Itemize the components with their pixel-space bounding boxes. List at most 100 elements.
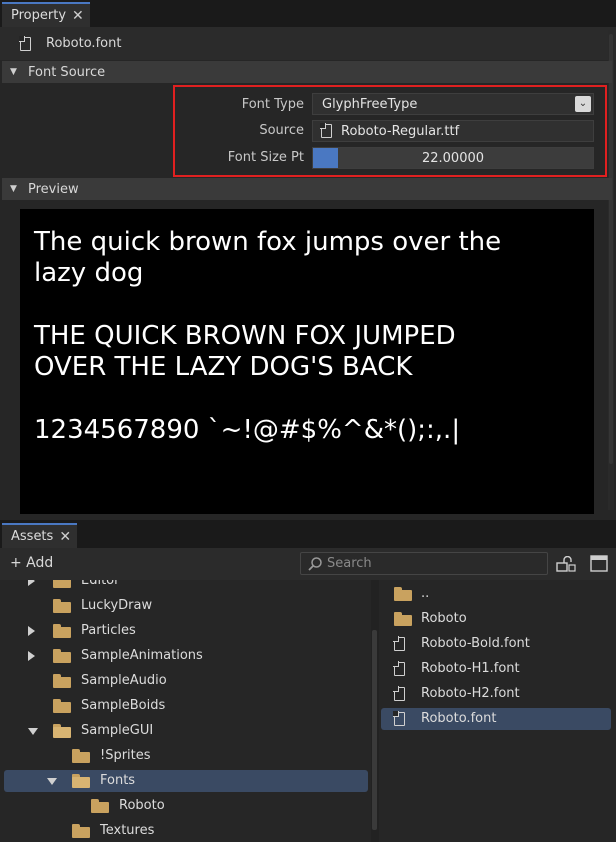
font-type-value: GlyphFreeType [322,96,418,112]
file-icon [19,36,31,51]
close-icon[interactable]: ✕ [72,9,84,23]
folder-icon [53,580,71,588]
font-size-label: Font Size Pt [227,150,304,165]
folder-icon [53,624,71,638]
tree-item-label: SampleBoids [81,698,166,713]
assets-tabbar: Assets ✕ [0,520,616,548]
asset-name: Roboto.font [46,36,122,51]
tree-item[interactable]: Roboto [4,795,368,817]
tree-item[interactable]: SampleBoids [4,695,368,717]
chevron-right-icon[interactable] [28,651,35,661]
tree-item-label: Textures [100,823,155,838]
file-icon [393,686,405,701]
preview-line-1: The quick brown fox jumps over the [34,227,502,257]
search-placeholder: Search [327,556,372,571]
font-size-slider-fill [313,148,339,168]
preview-header[interactable]: ▼ Preview [2,178,612,200]
chevron-right-icon[interactable] [28,626,35,636]
tree-item-label: Editor [81,580,120,588]
close-icon[interactable]: ✕ [59,530,71,544]
source-field[interactable]: Roboto-Regular.ttf [312,120,594,142]
add-button[interactable]: + Add [10,555,53,571]
source-label: Source [259,123,304,138]
file-icon [393,661,405,676]
tab-property-label: Property [11,8,67,23]
folder-icon [53,599,71,613]
tree-item[interactable]: SampleAnimations [4,645,368,667]
list-item[interactable]: Roboto.font [381,708,611,730]
list-item[interactable]: Roboto-Bold.font [381,633,611,655]
preview-line-5: 1234567890 `~!@#$%^&*();:,.| [34,415,461,445]
property-scrollbar[interactable] [608,30,614,510]
folder-tree: Editor LuckyDraw Particles SampleAnimations… [0,580,371,842]
file-list: .. Roboto Roboto-Bold.font Roboto-H1.font Ro… [379,580,616,842]
tab-assets[interactable]: Assets ✕ [2,523,78,548]
collapse-arrow-icon: ▼ [10,67,17,77]
chevron-right-icon[interactable] [28,580,35,586]
folder-icon [53,674,71,688]
list-item[interactable]: Roboto-H1.font [381,658,611,680]
font-size-slider[interactable]: 22.00000 [312,147,594,169]
folder-icon [53,699,71,713]
tree-item-label: !Sprites [100,748,151,763]
folder-icon [394,612,412,626]
tree-item-label: SampleAnimations [81,648,203,663]
tree-item-label: LuckyDraw [81,598,153,613]
tree-item[interactable]: Particles [4,620,368,642]
preview-area: The quick brown fox jumps over the lazy … [20,209,594,514]
tree-item-label: Fonts [100,773,136,788]
list-item-label: Roboto [421,611,467,626]
search-icon [308,556,322,571]
assets-toolbar: + Add Search [0,548,616,580]
chevron-down-icon[interactable]: ⌄ [575,96,591,112]
collapse-arrow-icon: ▼ [10,184,17,194]
source-value: Roboto-Regular.ttf [341,123,460,139]
preview-title: Preview [28,181,79,197]
tree-item-label: Roboto [119,798,165,813]
font-source-title: Font Source [28,64,106,80]
tab-property[interactable]: Property ✕ [2,2,90,27]
list-item[interactable]: Roboto-H2.font [381,683,611,705]
tree-item[interactable]: LuckyDraw [4,595,368,617]
list-item-label: Roboto-H1.font [421,661,520,676]
tree-item[interactable]: Fonts [4,770,368,792]
folder-icon [394,587,412,601]
list-item-label: .. [421,586,430,601]
unlock-icon[interactable] [556,556,576,572]
folder-icon [53,724,71,738]
tree-item[interactable]: SampleAudio [4,670,368,692]
search-input[interactable]: Search [300,552,548,575]
list-item-label: Roboto-Bold.font [421,636,530,651]
folder-icon [72,824,90,838]
tree-item-label: Particles [81,623,136,638]
preview-line-4: OVER THE LAZY DOG'S BACK [34,352,413,382]
tree-item[interactable]: Editor [4,580,368,592]
list-item-label: Roboto-H2.font [421,686,520,701]
property-tabbar: Property ✕ [0,0,616,27]
list-item-label: Roboto.font [421,711,497,726]
tree-item[interactable]: !Sprites [4,745,368,767]
file-icon [393,636,405,651]
file-icon [320,123,332,138]
font-type-dropdown[interactable]: GlyphFreeType ⌄ [312,93,594,115]
property-asset-row: Roboto.font [0,27,616,60]
tree-item[interactable]: SampleGUI [4,720,368,742]
tree-item-label: SampleAudio [81,673,167,688]
tab-assets-label: Assets [11,529,54,544]
list-item[interactable]: Roboto [381,608,611,630]
tree-item-label: SampleGUI [81,723,154,738]
tree-item[interactable]: Textures [4,820,368,842]
font-type-label: Font Type [241,97,304,112]
chevron-down-icon[interactable] [47,778,57,785]
file-icon [393,711,405,726]
folder-icon [72,749,90,763]
window-icon[interactable] [590,555,608,572]
chevron-down-icon[interactable] [28,728,38,735]
preview-line-2: lazy dog [34,258,144,288]
list-item[interactable]: .. [381,583,611,605]
preview-line-3: THE QUICK BROWN FOX JUMPED [34,321,456,351]
folder-icon [91,799,109,813]
font-size-value: 22.00000 [421,150,485,166]
tree-scrollbar[interactable] [371,580,379,842]
font-source-header[interactable]: ▼ Font Source [2,61,612,83]
